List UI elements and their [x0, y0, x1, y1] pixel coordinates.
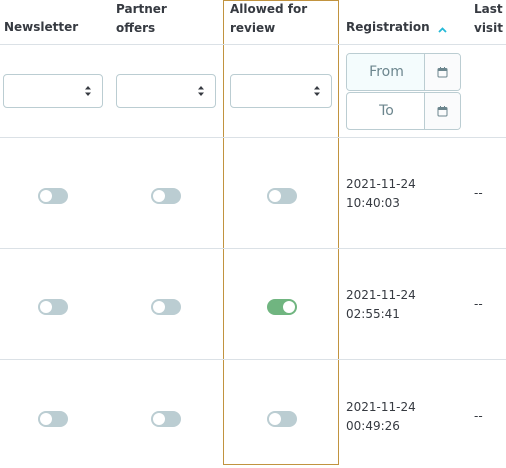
header-registration-wrap[interactable]: Registration: [346, 18, 447, 37]
header-registration[interactable]: Registration: [346, 18, 430, 37]
registration-date-row-2: 2021-11-24: [346, 288, 416, 302]
registration-from-input[interactable]: From: [346, 53, 461, 91]
newsletter-switch-row-2[interactable]: [38, 299, 68, 315]
newsletter-switch-row-1[interactable]: [38, 188, 68, 204]
select-caret-icon: [314, 86, 320, 96]
switch-knob: [153, 413, 165, 425]
registration-date-row-3: 2021-11-24: [346, 400, 416, 414]
partner-offers-filter-select[interactable]: [116, 74, 216, 108]
switch-knob: [40, 190, 52, 202]
calendar-button-from[interactable]: [424, 54, 460, 90]
allowed-for-review-column-highlight: [223, 0, 339, 465]
last-visit-row-2: --: [474, 297, 483, 311]
switch-knob: [40, 301, 52, 313]
newsletter-filter-select[interactable]: [3, 74, 103, 108]
last-visit-row-1: --: [474, 186, 483, 200]
switch-knob: [153, 190, 165, 202]
header-divider: [0, 44, 506, 45]
header-allowed-for-review[interactable]: Allowed for review: [230, 0, 320, 38]
switch-knob: [269, 413, 281, 425]
registration-time-row-2: 02:55:41: [346, 307, 400, 321]
row-divider: [0, 359, 506, 360]
newsletter-switch-row-3[interactable]: [38, 411, 68, 427]
allowed-for-review-switch-row-2[interactable]: [267, 299, 297, 315]
header-newsletter[interactable]: Newsletter: [4, 18, 78, 37]
allowed-for-review-switch-row-1[interactable]: [267, 188, 297, 204]
last-visit-row-3: --: [474, 409, 483, 423]
calendar-icon: [437, 66, 448, 77]
partner-offers-switch-row-3[interactable]: [151, 411, 181, 427]
switch-knob: [40, 413, 52, 425]
registration-time-row-3: 00:49:26: [346, 419, 400, 433]
filter-divider: [0, 137, 506, 138]
registration-to-placeholder[interactable]: To: [347, 93, 426, 129]
switch-knob: [153, 301, 165, 313]
registration-date-row-1: 2021-11-24: [346, 177, 416, 191]
switch-knob: [269, 190, 281, 202]
allowed-for-review-switch-row-3[interactable]: [267, 411, 297, 427]
row-divider: [0, 248, 506, 249]
registration-from-placeholder[interactable]: From: [347, 54, 426, 90]
header-last-visit[interactable]: Last visit: [474, 0, 506, 38]
select-caret-icon: [198, 86, 204, 96]
partner-offers-switch-row-1[interactable]: [151, 188, 181, 204]
header-partner-offers[interactable]: Partner offers: [116, 0, 206, 38]
partner-offers-switch-row-2[interactable]: [151, 299, 181, 315]
switch-knob: [283, 301, 295, 313]
select-caret-icon: [85, 86, 91, 96]
caret-up-icon[interactable]: [437, 18, 447, 37]
registration-to-input[interactable]: To: [346, 92, 461, 130]
calendar-icon: [437, 105, 448, 116]
registration-time-row-1: 10:40:03: [346, 196, 400, 210]
allowed-for-review-filter-select[interactable]: [230, 74, 332, 108]
calendar-button-to[interactable]: [424, 93, 460, 129]
